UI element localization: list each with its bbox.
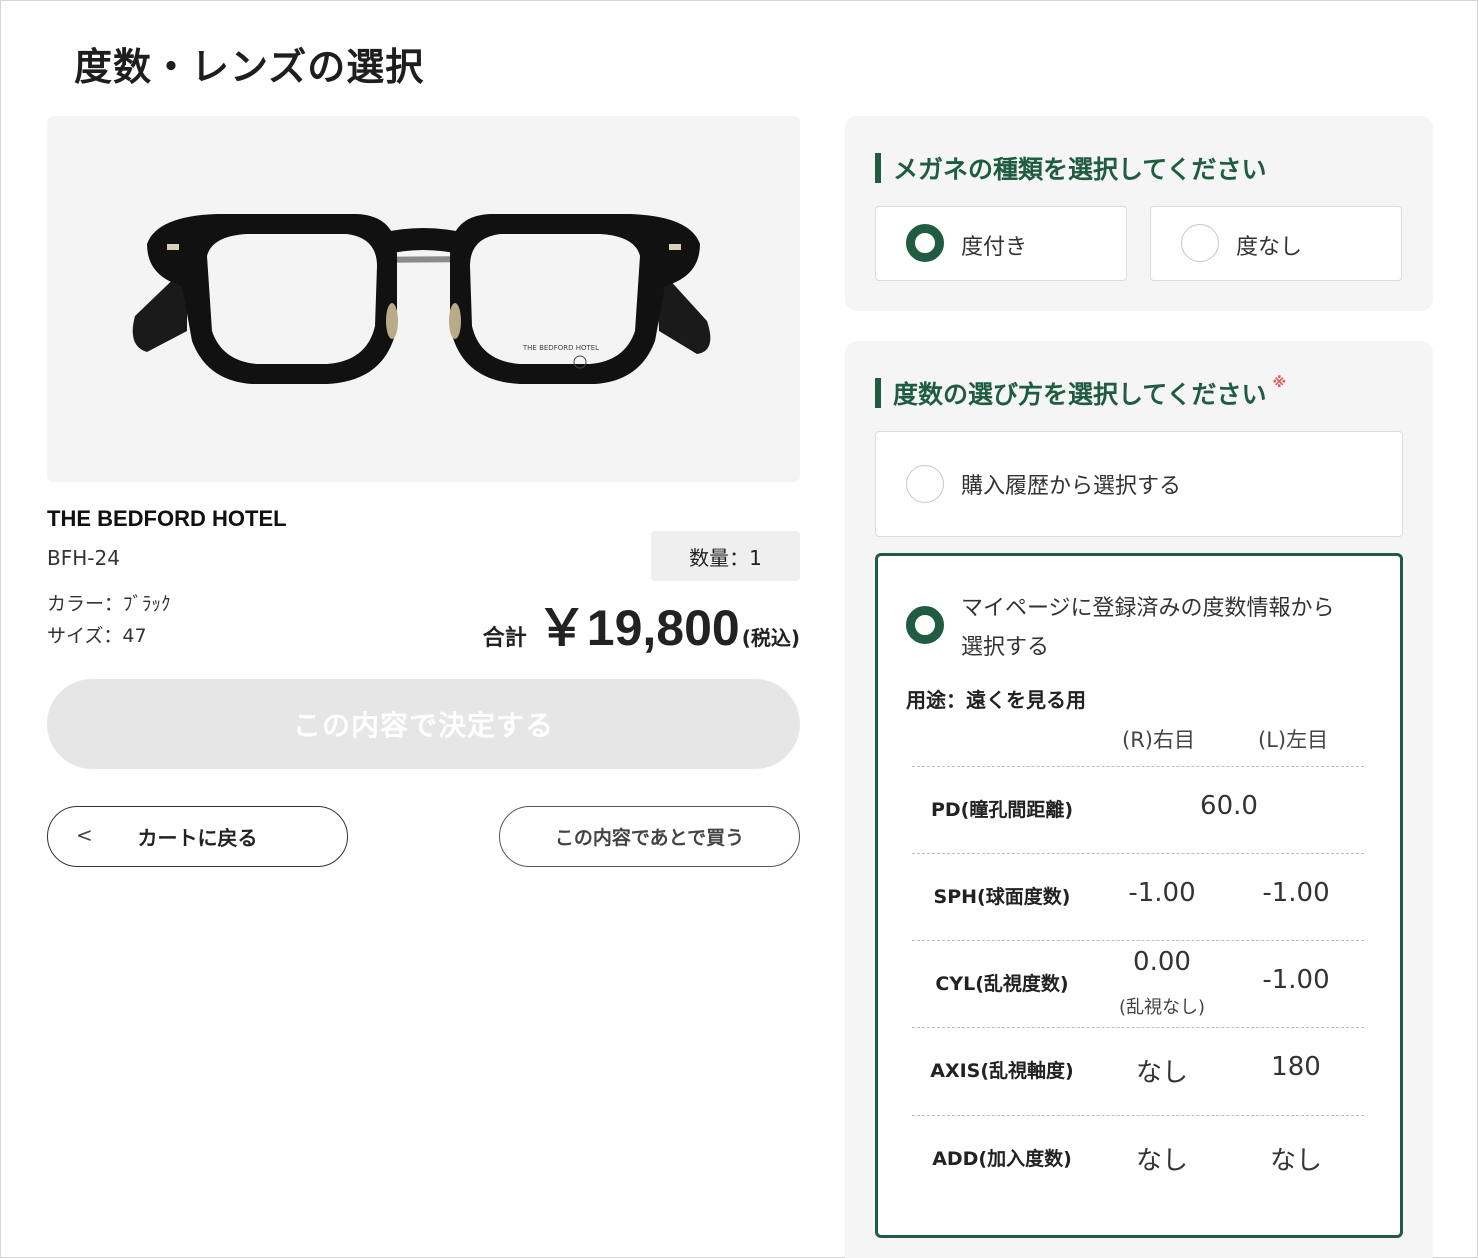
option-no-prescription-label: 度なし xyxy=(1236,235,1303,260)
glasses-type-heading-text: メガネの種類を選択してください xyxy=(893,155,1267,184)
page-title: 度数・レンズの選択 xyxy=(74,45,425,89)
option-prescription-label: 度付き xyxy=(961,235,1028,260)
rx-value-left: 180 xyxy=(1271,1052,1321,1082)
rx-label: AXIS(乱視軸度) xyxy=(930,1060,1074,1082)
price-tax-note: (税込) xyxy=(741,626,800,650)
col-right-eye: (R)右目 xyxy=(1122,728,1195,752)
option-purchase-history-label: 購入履歴から選択する xyxy=(961,474,1182,499)
product-model: BFH-24 xyxy=(47,546,120,570)
confirm-button[interactable]: この内容で決定する xyxy=(47,679,800,769)
product-color: カラー：ﾌﾞﾗｯｸ xyxy=(47,593,171,615)
rx-value-left: -1.00 xyxy=(1262,965,1330,995)
usage-label: 用途：遠くを見る用 xyxy=(906,688,1086,712)
option-no-prescription[interactable]: 度なし xyxy=(1150,206,1402,281)
radio-unselected-icon[interactable] xyxy=(906,465,944,503)
rx-label: PD(瞳孔間距離) xyxy=(930,799,1074,821)
option-mypage-label-line2: 選択する xyxy=(961,635,1050,660)
rx-row-pd: PD(瞳孔間距離) 60.0 xyxy=(912,766,1364,854)
rx-row-sph: SPH(球面度数) -1.00 -1.00 xyxy=(912,853,1364,941)
lens-logo-text: THE BEDFORD HOTEL xyxy=(522,344,599,352)
option-prescription[interactable]: 度付き xyxy=(875,206,1127,281)
rx-row-add: ADD(加入度数) なし なし xyxy=(912,1115,1364,1203)
glasses-type-panel: メガネの種類を選択してください 度付き 度なし xyxy=(845,116,1433,311)
rx-label: ADD(加入度数) xyxy=(932,1148,1072,1170)
rx-value-right: なし xyxy=(1135,1146,1188,1176)
rx-value-pd: 60.0 xyxy=(1200,791,1258,821)
required-mark: ※ xyxy=(1272,375,1287,391)
option-mypage-label-line1: マイページに登録済みの度数情報から xyxy=(961,596,1335,621)
product-size: サイズ：47 xyxy=(47,625,147,647)
rx-value-left: -1.00 xyxy=(1262,878,1330,908)
product-image: THE BEDFORD HOTEL xyxy=(47,116,800,482)
price-label: 合計 xyxy=(482,626,527,651)
col-left-eye: (L)左目 xyxy=(1258,728,1329,752)
rx-method-panel: 度数の選び方を選択してください ※ 購入履歴から選択する マイページに登録済みの度… xyxy=(845,341,1433,1258)
rx-value-right: 0.00 xyxy=(1133,947,1191,977)
option-purchase-history[interactable]: 購入履歴から選択する xyxy=(875,431,1403,537)
rx-value-right: -1.00 xyxy=(1128,878,1196,908)
price-value: ￥19,800 xyxy=(536,600,740,656)
quantity-badge: 数量：1 xyxy=(651,531,800,581)
rx-row-axis: AXIS(乱視軸度) なし 180 xyxy=(912,1027,1364,1115)
rx-label: SPH(球面度数) xyxy=(933,886,1071,908)
rx-method-heading-text: 度数の選び方を選択してください xyxy=(893,380,1267,409)
rx-method-heading: 度数の選び方を選択してください ※ xyxy=(875,375,1286,411)
radio-selected-icon[interactable] xyxy=(906,606,944,644)
rx-value-left: なし xyxy=(1269,1146,1322,1176)
chevron-left-icon: < xyxy=(76,823,93,847)
option-mypage-rx[interactable]: マイページに登録済みの度数情報から 選択する 用途：遠くを見る用 (R)右目 (… xyxy=(875,553,1403,1238)
back-to-cart-label: カートに戻る xyxy=(137,826,258,850)
total-price: 合計 ￥19,800 (税込) xyxy=(483,588,800,660)
rx-label: CYL(乱視度数) xyxy=(935,973,1069,995)
buy-later-button[interactable]: この内容であとで買う xyxy=(499,806,800,867)
rx-row-cyl: CYL(乱視度数) 0.00 (乱視なし) -1.00 xyxy=(912,940,1364,1028)
glasses-type-heading: メガネの種類を選択してください xyxy=(875,150,1267,186)
radio-unselected-icon[interactable] xyxy=(1181,224,1219,262)
rx-value-right: なし xyxy=(1135,1058,1188,1088)
back-to-cart-button[interactable]: < カートに戻る xyxy=(47,806,348,867)
radio-selected-icon[interactable] xyxy=(906,224,944,262)
rx-note-right: (乱視なし) xyxy=(1118,997,1206,1018)
product-brand: THE BEDFORD HOTEL xyxy=(47,506,287,531)
glasses-image: THE BEDFORD HOTEL xyxy=(132,214,711,384)
